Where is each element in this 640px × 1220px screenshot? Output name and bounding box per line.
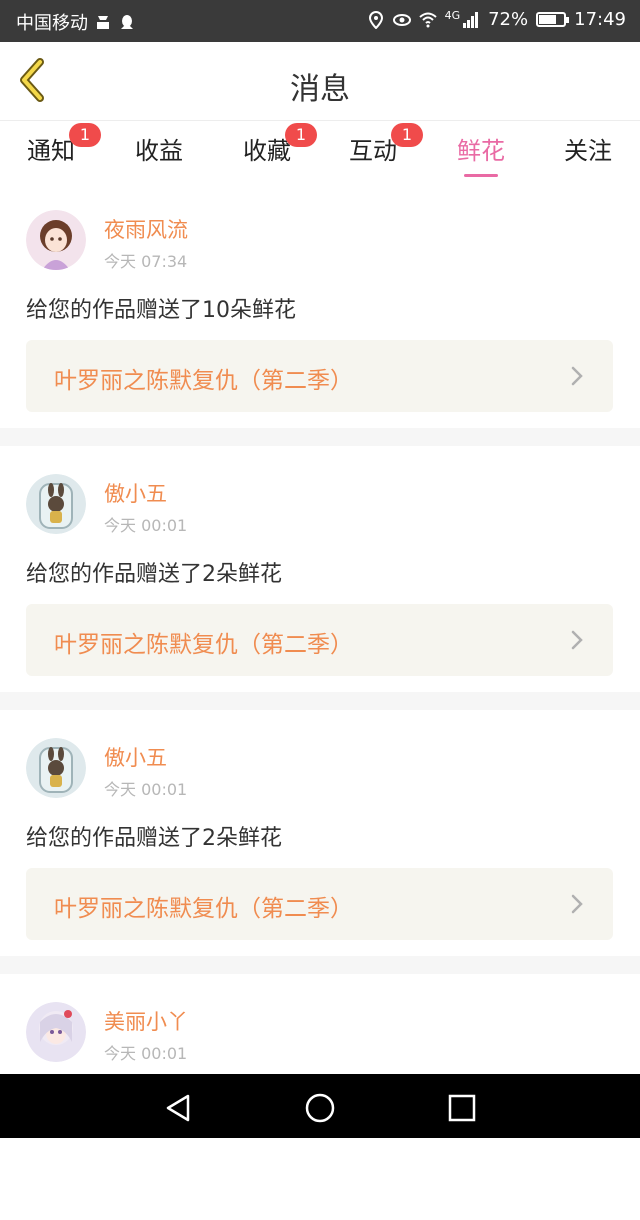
avatar[interactable] (26, 474, 86, 534)
chevron-right-icon (571, 630, 583, 650)
tab-earnings[interactable]: 收益 (119, 131, 199, 166)
battery-percent: 72% (488, 9, 529, 30)
tab-follow[interactable]: 关注 (548, 131, 628, 166)
message-card: 夜雨风流 今天 07:34 给您的作品赠送了10朵鲜花 叶罗丽之陈默复仇（第二季… (0, 182, 640, 428)
message-time: 今天 00:01 (104, 780, 188, 799)
signal-icon (463, 11, 479, 28)
unread-badge: 1 (391, 123, 423, 147)
work-title: 叶罗丽之陈默复仇（第二季） (54, 632, 353, 658)
wifi-icon (418, 12, 437, 27)
message-text: 给您的作品赠送了2朵鲜花 (26, 562, 282, 587)
tab-label: 收益 (135, 137, 183, 165)
clock: 17:49 (574, 9, 626, 30)
unread-badge: 1 (285, 123, 317, 147)
qq-icon (121, 15, 133, 29)
chevron-right-icon (571, 894, 583, 914)
tab-notice[interactable]: 通知 1 (11, 123, 101, 166)
tab-label: 互动 (349, 137, 397, 165)
system-nav-bar (0, 1074, 640, 1138)
sender-name[interactable]: 傲小五 (104, 478, 167, 508)
avatar[interactable] (26, 738, 86, 798)
tab-interaction[interactable]: 互动 1 (333, 123, 423, 166)
home-circle-icon[interactable] (300, 1088, 340, 1128)
work-link[interactable]: 叶罗丽之陈默复仇（第二季） (26, 604, 613, 676)
back-triangle-icon[interactable] (158, 1088, 198, 1128)
page-title: 消息 (290, 72, 350, 107)
divider (0, 428, 640, 446)
sender-name[interactable]: 美丽小丫 (104, 1006, 188, 1036)
status-bar: 中国移动 4G 72% 17:49 (0, 0, 640, 42)
recents-square-icon[interactable] (442, 1088, 482, 1128)
header: 消息 (0, 42, 640, 121)
message-text: 给您的作品赠送了2朵鲜花 (26, 826, 282, 851)
chevron-right-icon (571, 366, 583, 386)
location-icon (368, 10, 383, 29)
notification-icon (97, 16, 109, 29)
status-right: 4G 72% 17:49 (367, 9, 626, 30)
work-title: 叶罗丽之陈默复仇（第二季） (54, 896, 353, 922)
divider (0, 692, 640, 710)
work-link[interactable]: 叶罗丽之陈默复仇（第二季） (26, 340, 613, 412)
message-list: 夜雨风流 今天 07:34 给您的作品赠送了10朵鲜花 叶罗丽之陈默复仇（第二季… (0, 182, 640, 1220)
active-tab-indicator (464, 174, 498, 177)
carrier-label: 中国移动 (16, 13, 88, 34)
work-link[interactable]: 叶罗丽之陈默复仇（第二季） (26, 868, 613, 940)
network-type: 4G (444, 9, 461, 22)
eye-icon (392, 13, 411, 26)
message-time: 今天 00:01 (104, 1044, 188, 1063)
tab-flowers[interactable]: 鲜花 (441, 131, 521, 177)
message-time: 今天 00:01 (104, 516, 188, 535)
tab-label: 收藏 (243, 137, 291, 165)
avatar[interactable] (26, 1002, 86, 1062)
work-title: 叶罗丽之陈默复仇（第二季） (54, 368, 353, 394)
divider (0, 956, 640, 974)
tab-favorites[interactable]: 收藏 1 (227, 123, 317, 166)
tab-label: 鲜花 (457, 137, 505, 165)
message-card: 傲小五 今天 00:01 给您的作品赠送了2朵鲜花 叶罗丽之陈默复仇（第二季） (0, 710, 640, 956)
tab-bar: 通知 1 收益 收藏 1 互动 1 鲜花 关注 (0, 121, 640, 181)
battery-icon (536, 12, 570, 27)
sender-name[interactable]: 夜雨风流 (104, 214, 188, 244)
unread-badge: 1 (69, 123, 101, 147)
tab-label: 通知 (27, 137, 75, 165)
message-text: 给您的作品赠送了10朵鲜花 (26, 298, 296, 323)
status-left: 中国移动 (16, 9, 136, 35)
message-time: 今天 07:34 (104, 252, 188, 271)
tab-label: 关注 (564, 137, 612, 165)
sender-name[interactable]: 傲小五 (104, 742, 167, 772)
message-card: 傲小五 今天 00:01 给您的作品赠送了2朵鲜花 叶罗丽之陈默复仇（第二季） (0, 446, 640, 692)
avatar[interactable] (26, 210, 86, 270)
